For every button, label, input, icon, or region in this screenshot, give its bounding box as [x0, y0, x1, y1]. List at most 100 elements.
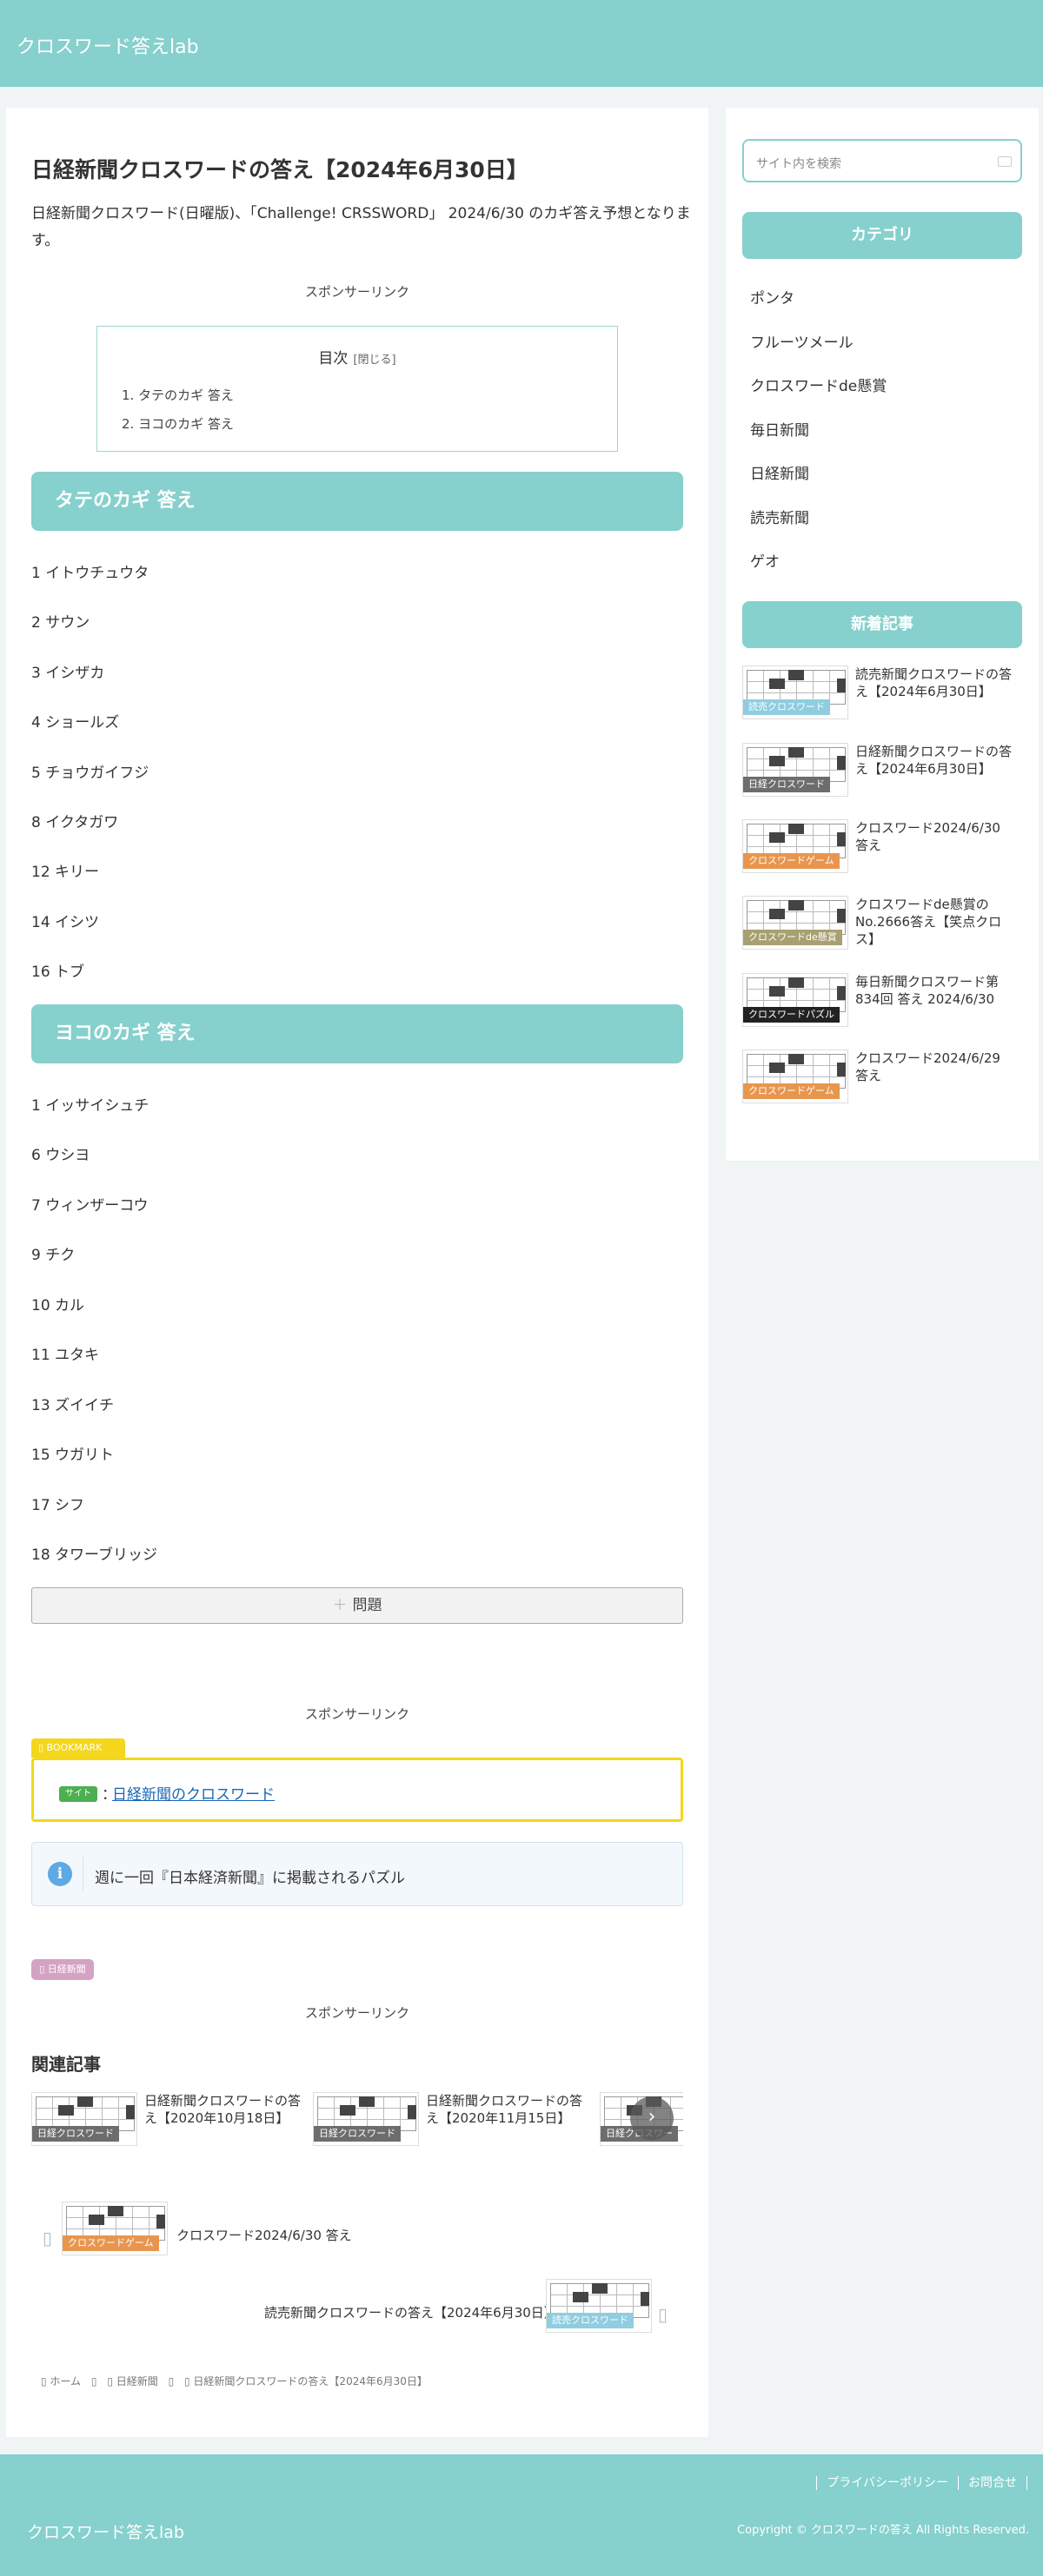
- news-thumbnail: 日経クロスワード: [742, 743, 848, 797]
- related-title: 関連記事: [31, 2054, 101, 2075]
- breadcrumb-current: ▯ 日経新聞クロスワードの答え【2024年6月30日】: [184, 2375, 428, 2387]
- category-item[interactable]: 日経新聞: [750, 461, 809, 483]
- search-input[interactable]: サイト内を検索: [742, 139, 1022, 182]
- thumbnail-label: クロスワードパズル: [743, 1007, 840, 1023]
- news-title: 毎日新聞クロスワード第834回 答え 2024/6/30: [855, 974, 1000, 1007]
- info-box: i 週に一回『日本経済新聞』に掲載されるパズル: [31, 1842, 683, 1906]
- carousel-edge: [683, 2080, 708, 2149]
- sponsor-label: スポンサーリンク: [304, 284, 409, 300]
- answer-item: 5 チョウガイフジ: [31, 765, 149, 782]
- site-header: クロスワード答えlab: [0, 0, 1043, 87]
- breadcrumb-separator: ▯: [168, 2375, 175, 2387]
- toc-title-text: 目次: [318, 350, 349, 368]
- thumbnail-label: クロスワードゲーム: [743, 1083, 840, 1099]
- answer-item: 17 シフ: [31, 1497, 85, 1514]
- next-post-thumbnail: 読売クロスワード: [546, 2279, 652, 2333]
- site-badge: サイト: [59, 1786, 97, 1802]
- thumbnail-label: クロスワードde懸賞: [743, 930, 842, 945]
- post-lead: 日経新聞クロスワード(日曜版)、「Challenge! CRSSWORD」 20…: [31, 205, 691, 249]
- thumbnail-label: クロスワードゲーム: [743, 853, 840, 869]
- copyright: Copyright © クロスワードの答え All Rights Reserve…: [737, 2524, 1029, 2537]
- thumbnail-label: 読売クロスワード: [547, 2313, 634, 2328]
- category-item[interactable]: ポンタ: [750, 286, 794, 308]
- thumbnail-label: クロスワードゲーム: [63, 2235, 159, 2251]
- bookmark-tag: ▯ BOOKMARK: [31, 1738, 125, 1758]
- answer-item: 14 イシツ: [31, 914, 100, 931]
- thumbnail-label: 読売クロスワード: [743, 699, 830, 715]
- plus-icon: ＋: [332, 1597, 348, 1614]
- answer-item: 1 イトウチュウタ: [31, 565, 149, 582]
- bookmark-link[interactable]: 日経新聞のクロスワード: [112, 1782, 275, 1804]
- news-title: クロスワード2024/6/29 答え: [855, 1050, 1000, 1083]
- answer-item: 9 チク: [31, 1247, 76, 1264]
- related-thumbnail: 日経クロスワード: [313, 2092, 419, 2146]
- section-heading-yoko: ヨコのカギ 答え: [31, 1004, 683, 1063]
- answer-item: 12 キリー: [31, 864, 100, 881]
- news-thumbnail: クロスワードパズル: [742, 973, 848, 1027]
- chevron-left-icon: ▯: [43, 2228, 53, 2248]
- breadcrumb: ▯ ホーム ▯ ▯ 日経新聞 ▯ ▯ 日経新聞クロスワードの答え【2024年6月…: [41, 2374, 435, 2388]
- category-tag[interactable]: ▯ 日経新聞: [31, 1959, 94, 1980]
- toc-item-yoko[interactable]: 2. ヨコのカギ 答え: [122, 414, 234, 433]
- sidebar: サイト内を検索 カテゴリ ポンタ フルーツメール クロスワードde懸賞 毎日新聞…: [726, 108, 1039, 1161]
- question-toggle-label: 問題: [352, 1597, 382, 1614]
- sponsor-label: スポンサーリンク: [304, 1706, 409, 1722]
- answer-item: 15 ウガリト: [31, 1447, 115, 1464]
- sponsor-label: スポンサーリンク: [304, 2005, 409, 2021]
- question-toggle-button[interactable]: ＋問題: [31, 1587, 683, 1624]
- answer-item: 16 トブ: [31, 964, 85, 981]
- toc-item-tate[interactable]: 1. タテのカギ 答え: [122, 386, 234, 404]
- site-footer: プライバシーポリシー お問合せ クロスワード答えlab Copyright © ク…: [0, 2454, 1043, 2576]
- category-item[interactable]: フルーツメール: [750, 330, 854, 352]
- answer-item: 7 ウィンザーコウ: [31, 1197, 149, 1215]
- news-heading: 新着記事: [742, 601, 1022, 648]
- news-title: クロスワードde懸賞のNo.2666答え【笑点クロス】: [855, 897, 1002, 947]
- answer-item: 11 ユタキ: [31, 1347, 100, 1364]
- news-thumbnail: クロスワードゲーム: [742, 819, 848, 873]
- footer-link-contact[interactable]: お問合せ: [958, 2476, 1027, 2490]
- news-thumbnail: クロスワードde懸賞: [742, 896, 848, 950]
- related-card-title: 日経新聞クロスワードの答え【2020年11月15日】: [426, 2093, 583, 2126]
- news-title: 日経新聞クロスワードの答え【2024年6月30日】: [855, 744, 1013, 777]
- info-text: 週に一回『日本経済新聞』に掲載されるパズル: [95, 1870, 405, 1887]
- news-thumbnail: 読売クロスワード: [742, 666, 848, 719]
- category-item[interactable]: ゲオ: [750, 549, 780, 571]
- related-card-title: 日経新聞クロスワードの答え【2020年10月18日】: [144, 2093, 302, 2126]
- answer-item: 2 サウン: [31, 614, 90, 632]
- category-item[interactable]: クロスワードde懸賞: [750, 374, 887, 395]
- thumbnail-label: 日経クロスワード: [743, 777, 830, 792]
- toc-toggle[interactable]: [閉じる]: [353, 354, 395, 367]
- thumbnail-label: 日経クロスワード: [314, 2126, 401, 2142]
- category-item[interactable]: 毎日新聞: [750, 418, 809, 440]
- breadcrumb-separator: ▯: [90, 2375, 97, 2387]
- search-icon[interactable]: [998, 156, 1012, 167]
- bookmark-box: サイト ： 日経新聞のクロスワード: [31, 1758, 683, 1822]
- category-heading: カテゴリ: [742, 212, 1022, 259]
- prev-post-thumbnail: クロスワードゲーム: [62, 2202, 168, 2255]
- footer-logo[interactable]: クロスワード答えlab: [27, 2520, 184, 2543]
- news-title: クロスワード2024/6/30 答え: [855, 820, 1000, 853]
- carousel-next-button[interactable]: ›: [630, 2096, 674, 2140]
- related-thumbnail: 日経クロスワード: [31, 2092, 137, 2146]
- news-title: 読売新聞クロスワードの答え【2024年6月30日】: [855, 666, 1013, 699]
- category-item[interactable]: 読売新聞: [750, 506, 809, 527]
- answer-item: 4 ショールズ: [31, 714, 120, 732]
- thumbnail-label: 日経クロスワード: [32, 2126, 119, 2142]
- site-logo[interactable]: クロスワード答えlab: [17, 31, 199, 59]
- section-heading-tate: タテのカギ 答え: [31, 472, 683, 531]
- news-thumbnail: クロスワードゲーム: [742, 1050, 848, 1103]
- answer-item: 3 イシザカ: [31, 665, 105, 682]
- search-placeholder: サイト内を検索: [756, 157, 841, 171]
- answer-item: 8 イクタガワ: [31, 814, 119, 831]
- chevron-right-icon: ▯: [658, 2304, 668, 2325]
- breadcrumb-home[interactable]: ▯ ホーム: [41, 2375, 81, 2387]
- breadcrumb-category[interactable]: ▯ 日経新聞: [107, 2375, 157, 2387]
- toc-title: 目次 [閉じる]: [97, 346, 617, 368]
- footer-link-privacy[interactable]: プライバシーポリシー: [816, 2476, 958, 2490]
- main-content: 日経新聞クロスワードの答え【2024年6月30日】 日経新聞クロスワード(日曜版…: [6, 108, 708, 2437]
- next-post-title: 読売新聞クロスワードの答え【2024年6月30日】: [264, 2305, 557, 2321]
- post-title: 日経新聞クロスワードの答え【2024年6月30日】: [31, 157, 528, 182]
- prev-post-title: クロスワード2024/6/30 答え: [176, 2228, 352, 2243]
- answer-item: 1 イッサイシュチ: [31, 1097, 149, 1115]
- footer-links: プライバシーポリシー お問合せ: [816, 2473, 1027, 2491]
